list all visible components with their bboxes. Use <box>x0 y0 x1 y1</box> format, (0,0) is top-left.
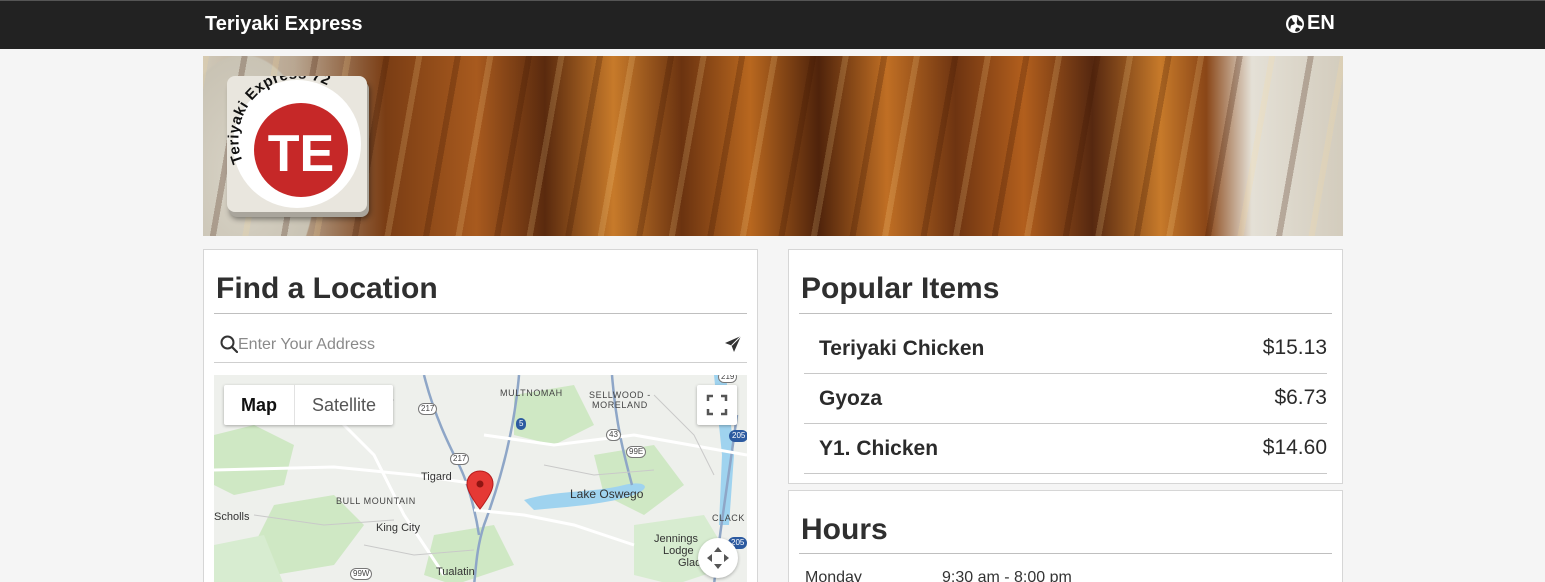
item-name: Teriyaki Chicken <box>819 337 985 360</box>
map-label-tigard: Tigard <box>421 471 452 483</box>
item-price: $14.60 <box>1262 436 1327 459</box>
map-label-moreland: MORELAND <box>592 400 648 410</box>
find-location-title: Find a Location <box>216 272 438 305</box>
highway-shield-99w: 99W <box>350 568 373 580</box>
fullscreen-button[interactable] <box>697 385 737 425</box>
address-input[interactable] <box>238 331 708 359</box>
language-label: EN <box>1307 12 1335 34</box>
send-location-icon[interactable] <box>724 335 742 353</box>
map-pan-control[interactable] <box>698 538 738 578</box>
divider <box>799 553 1332 554</box>
map-label-multnomah: MULTNOMAH <box>500 388 563 398</box>
logo-graphic: Teriyaki Express 72 TE <box>227 76 348 197</box>
map-label-lake-oswego: Lake Oswego <box>570 487 644 501</box>
fullscreen-icon <box>706 394 728 416</box>
map-label-king-city: King City <box>376 522 421 534</box>
divider <box>214 313 747 314</box>
top-navbar: Teriyaki Express EN <box>0 0 1545 49</box>
map-tab-satellite[interactable]: Satellite <box>295 385 393 425</box>
map-label-jennings: Jennings <box>654 533 699 545</box>
brand-name[interactable]: Teriyaki Express <box>205 13 363 36</box>
search-icon <box>220 335 238 353</box>
popular-items-card: Popular Items Teriyaki Chicken $15.13 Gy… <box>788 249 1343 484</box>
popular-item-row[interactable]: Y1. Chicken $14.60 <box>804 424 1327 474</box>
hours-title: Hours <box>801 513 888 546</box>
hero-banner: Teriyaki Express 72 TE <box>203 56 1343 236</box>
item-name: Gyoza <box>819 387 883 410</box>
map-type-control: Map Satellite <box>224 385 394 425</box>
popular-item-row[interactable]: Teriyaki Chicken $15.13 <box>804 324 1327 374</box>
item-price: $6.73 <box>1274 386 1327 409</box>
highway-shield-217-north: 217 <box>418 403 438 415</box>
address-search <box>214 328 747 363</box>
map-label-clack: CLACK <box>712 513 746 523</box>
location-map[interactable]: MULTNOMAH SELLWOOD - MORELAND Tigard BUL… <box>214 375 747 582</box>
move-arrows-icon <box>707 547 729 569</box>
logo-initials: TE <box>268 125 334 183</box>
popular-item-row[interactable]: Gyoza $6.73 <box>804 374 1327 424</box>
language-selector[interactable]: EN <box>1285 12 1335 35</box>
map-label-bull-mountain: BULL MOUNTAIN <box>336 496 416 506</box>
map-label-lodge: Lodge <box>663 545 694 557</box>
hours-card: Hours Monday 9:30 am - 8:00 pm <box>788 490 1343 582</box>
find-location-card: Find a Location Enter Your Address MULTN… <box>203 249 758 582</box>
highway-shield-99e: 99E <box>626 446 647 458</box>
restaurant-logo: Teriyaki Express 72 TE <box>227 76 367 212</box>
map-label-scholls: Scholls <box>214 511 250 523</box>
item-price: $15.13 <box>1262 336 1327 359</box>
globe-icon <box>1286 14 1304 33</box>
map-label-sellwood: SELLWOOD - <box>589 390 651 400</box>
popular-items-title: Popular Items <box>801 272 1000 305</box>
highway-shield-217-south: 217 <box>450 453 470 465</box>
hours-day: Monday <box>805 569 862 582</box>
divider <box>799 313 1332 314</box>
item-name: Y1. Chicken <box>819 437 939 460</box>
map-tab-map[interactable]: Map <box>224 385 295 425</box>
highway-shield-43: 43 <box>606 429 621 441</box>
hours-time: 9:30 am - 8:00 pm <box>942 569 1072 582</box>
map-label-tualatin: Tualatin <box>436 566 475 578</box>
highway-shield-205-north: 205 <box>729 430 747 442</box>
highway-shield-219: 219 <box>718 375 738 383</box>
